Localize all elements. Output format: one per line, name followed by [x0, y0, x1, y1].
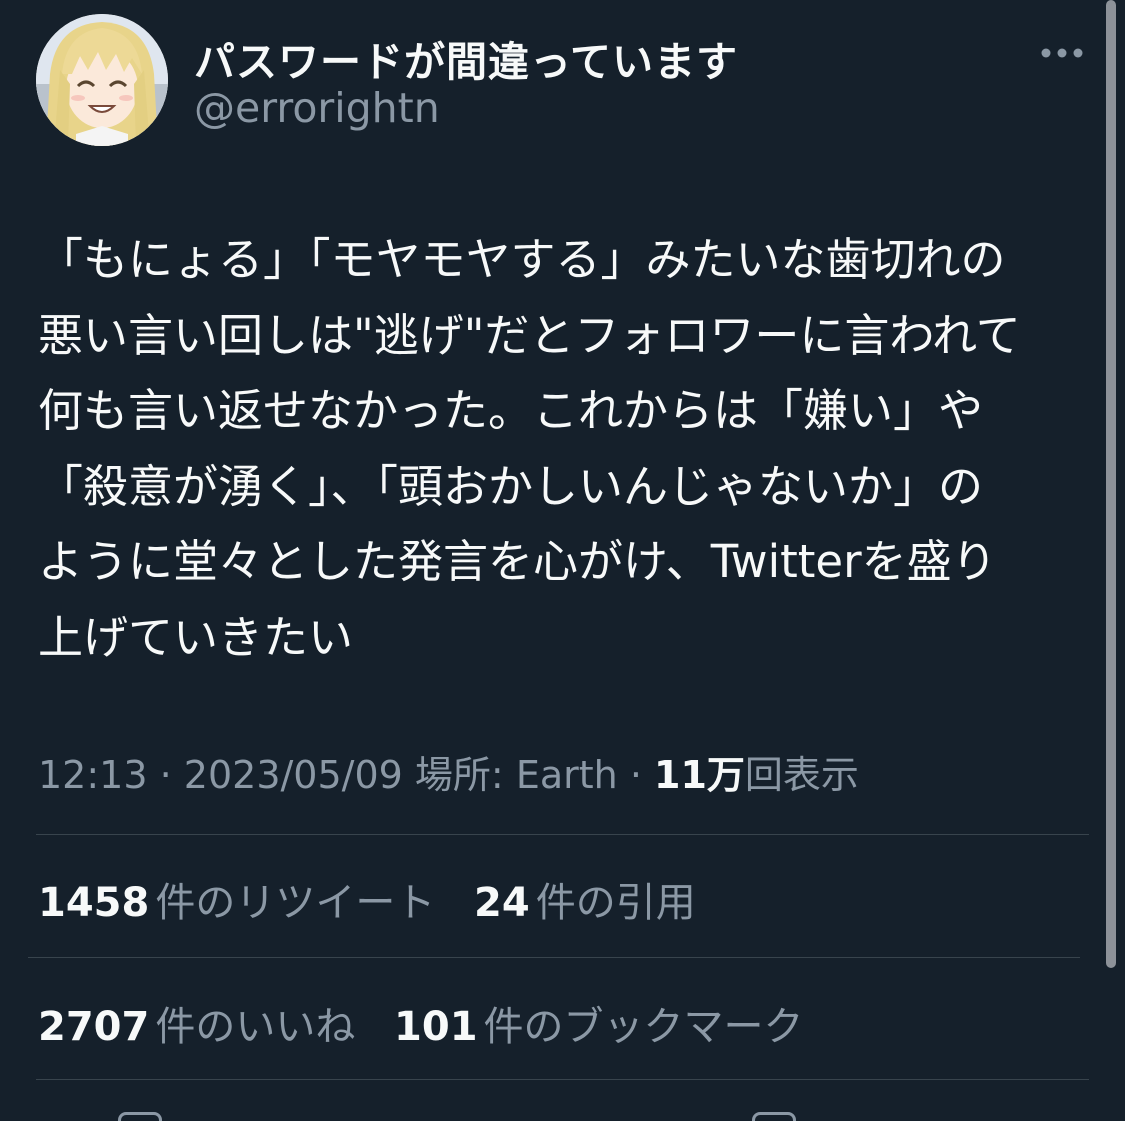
- bookmarks-count: 101: [394, 1004, 478, 1050]
- tweet-time[interactable]: 12:13: [38, 753, 148, 797]
- stats-row-likes: 2707 件のいいね 101 件のブックマーク: [38, 994, 830, 1052]
- likes-label: 件のいいね: [155, 1004, 356, 1050]
- quotes-label: 件の引用: [535, 880, 696, 926]
- tweet-date[interactable]: 2023/05/09: [184, 753, 403, 797]
- tweet-text-line: 何も言い返せなかった。これからは「嫌い」や: [38, 384, 984, 437]
- views-label: 回表示: [744, 753, 859, 797]
- divider: [28, 957, 1080, 958]
- meta-separator: ·: [629, 753, 642, 797]
- bookmarks-label: 件のブックマーク: [483, 1004, 804, 1050]
- retweets-count: 1458: [38, 880, 150, 926]
- display-name[interactable]: パスワードが間違っています: [194, 28, 738, 88]
- tweet-location: Earth: [515, 753, 618, 797]
- retweets-link[interactable]: 1458 件のリツイート: [38, 870, 435, 928]
- bookmarks-link[interactable]: 101 件のブックマーク: [394, 994, 804, 1052]
- avatar[interactable]: [36, 14, 168, 146]
- tweet-text-line: 「もにょる」「モヤモヤする」みたいな歯切れの: [38, 233, 1006, 286]
- tweet-meta: 12:13 · 2023/05/09 場所: Earth · 11万回表示: [38, 744, 859, 799]
- scrollbar[interactable]: [1106, 0, 1116, 968]
- tweet-text: 「もにょる」「モヤモヤする」みたいな歯切れの 悪い言い回しは"逃げ"だとフォロワ…: [38, 222, 1098, 675]
- tweet-text-line: 上げていきたい: [38, 610, 354, 664]
- tweet-text-line: ように堂々とした発言を心がけ、Twitterを盛り: [38, 535, 997, 588]
- more-horizontal-icon: [1041, 48, 1083, 58]
- tweet-text-line: 「殺意が湧く」、「頭おかしいんじゃないか」の: [38, 459, 984, 513]
- more-button[interactable]: [1036, 38, 1088, 68]
- views-count: 11万: [654, 753, 745, 797]
- quotes-link[interactable]: 24 件の引用: [474, 870, 696, 928]
- stats-row-retweets: 1458 件のリツイート 24 件の引用: [38, 870, 722, 928]
- reply-icon[interactable]: [118, 1112, 162, 1121]
- tweet-text-line: 悪い言い回しは"逃げ"だとフォロワーに言われて: [38, 308, 1021, 362]
- quotes-count: 24: [474, 880, 530, 926]
- retweets-label: 件のリツイート: [155, 880, 436, 926]
- divider: [36, 834, 1089, 835]
- tweet-detail-page: パスワードが間違っています @errorightn 「もにょる」「モヤモヤする」…: [0, 0, 1125, 1121]
- divider: [36, 1079, 1089, 1080]
- anime-girl-avatar-icon: [36, 14, 168, 146]
- likes-link[interactable]: 2707 件のいいね: [38, 994, 355, 1052]
- meta-separator: ·: [159, 753, 172, 797]
- user-handle[interactable]: @errorightn: [194, 84, 440, 132]
- bookmark-icon[interactable]: [752, 1112, 796, 1121]
- likes-count: 2707: [38, 1004, 150, 1050]
- location-label: 場所:: [414, 753, 504, 797]
